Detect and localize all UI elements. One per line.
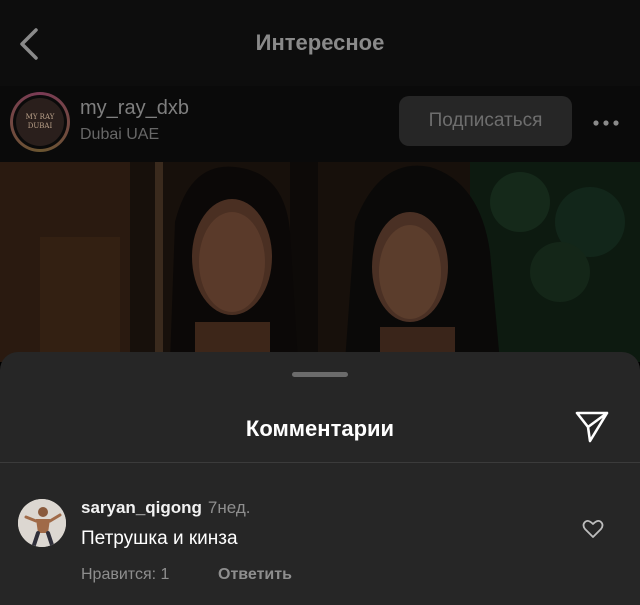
top-navigation-bar: Интересное xyxy=(0,0,640,86)
sheet-drag-handle[interactable] xyxy=(292,372,348,377)
comment-text: Петрушка и кинза xyxy=(81,528,238,549)
comment-username[interactable]: saryan_qigong 7нед. xyxy=(81,498,251,518)
comment-username-text[interactable]: saryan_qigong xyxy=(81,498,202,517)
page-title: Интересное xyxy=(255,30,385,55)
post-username[interactable]: my_ray_dxb xyxy=(80,97,189,120)
comment-reply-button[interactable]: Ответить xyxy=(218,566,292,584)
comment-timestamp: 7нед. xyxy=(207,498,251,517)
post-location[interactable]: Dubai UAE xyxy=(80,126,159,144)
comment-avatar[interactable] xyxy=(18,499,66,547)
more-horizontal-icon[interactable] xyxy=(592,118,620,128)
profile-avatar[interactable]: MY RAY DUBAI xyxy=(10,92,70,152)
divider xyxy=(0,462,640,463)
comments-sheet: Комментарии saryan_qigong 7нед. Петрушка … xyxy=(0,352,640,605)
comments-title: Комментарии xyxy=(245,416,395,441)
brand-logo: MY RAY DUBAI xyxy=(16,98,64,146)
paper-plane-icon[interactable] xyxy=(574,408,610,444)
post-photo-illustration xyxy=(0,162,640,362)
follow-button[interactable]: Подписаться xyxy=(399,96,572,146)
post-header: MY RAY DUBAI my_ray_dxb Dubai UAE Подписа… xyxy=(0,86,640,162)
heart-icon[interactable] xyxy=(582,519,604,539)
comment-likes-count[interactable]: Нравится: 1 xyxy=(81,566,169,584)
post-image[interactable] xyxy=(0,162,640,362)
person-avatar-icon xyxy=(18,499,66,547)
